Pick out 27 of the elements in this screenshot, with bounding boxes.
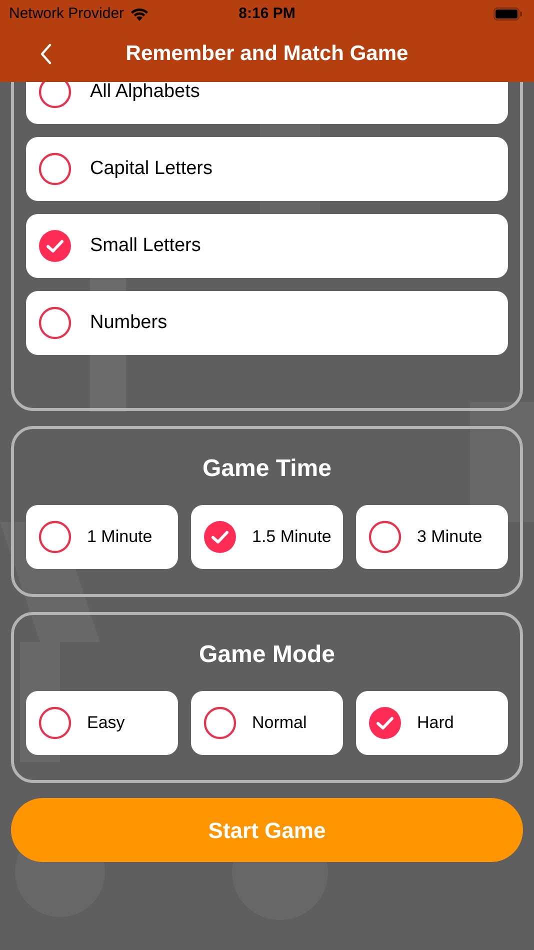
option-button[interactable]: Small Letters xyxy=(26,214,508,278)
status-time: 8:16 PM xyxy=(238,4,296,24)
option-button[interactable]: All Alphabets xyxy=(26,82,508,124)
option-button[interactable]: Capital Letters xyxy=(26,137,508,201)
option-button[interactable]: Easy xyxy=(26,691,178,755)
option-label: Small Letters xyxy=(90,234,201,258)
carrier-name: Network Provider xyxy=(9,4,124,24)
option-label: Easy xyxy=(87,712,125,734)
option-button[interactable]: Hard xyxy=(356,691,508,755)
option-button[interactable]: Normal xyxy=(191,691,343,755)
option-label: Capital Letters xyxy=(90,156,213,181)
section-title: Game Mode xyxy=(198,640,336,670)
option-label: Normal xyxy=(252,712,307,734)
section-title: Game Time xyxy=(202,454,332,484)
option-label: 3 Minute xyxy=(417,526,482,548)
option-button[interactable]: 1 Minute xyxy=(26,505,178,569)
option-button[interactable]: 1.5 Minute xyxy=(191,505,343,569)
option-button[interactable]: 3 Minute xyxy=(356,505,508,569)
option-label: Hard xyxy=(417,712,454,734)
wifi-icon xyxy=(130,7,150,21)
option-label: 1 Minute xyxy=(87,526,152,548)
option-button[interactable]: Numbers xyxy=(26,291,508,355)
option-label: All Alphabets xyxy=(90,82,200,104)
option-label: Numbers xyxy=(90,310,168,335)
option-label: 1.5 Minute xyxy=(252,526,332,548)
screen-title: Remember and Match Game xyxy=(126,41,408,68)
battery-icon xyxy=(493,7,523,21)
